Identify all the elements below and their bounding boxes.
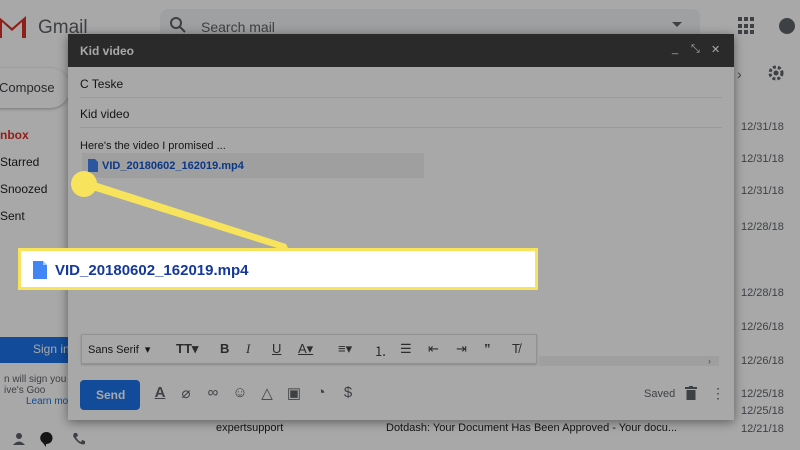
callout-highlight: VID_20180602_162019.mp4 [18, 248, 538, 290]
callout-connector [71, 171, 290, 252]
callout-attachment-name: VID_20180602_162019.mp4 [55, 262, 249, 279]
document-icon [33, 261, 47, 279]
